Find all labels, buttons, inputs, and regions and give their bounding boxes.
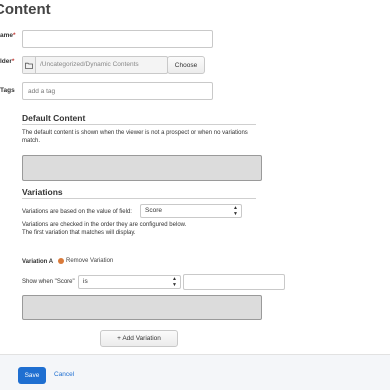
condition-operator-select[interactable]: is ▲ ▼ xyxy=(78,275,181,289)
cancel-link[interactable]: Cancel xyxy=(54,369,74,381)
condition-value-input[interactable] xyxy=(183,274,285,290)
name-label: ame* xyxy=(0,32,16,39)
variation-order-helper: Variations are checked in the order they… xyxy=(22,222,187,236)
page-title: Content xyxy=(0,1,51,18)
default-content-editor[interactable] xyxy=(22,155,262,181)
variation-a-label: Variation A xyxy=(22,259,54,265)
form-footer: Save Cancel xyxy=(0,354,390,390)
variation-a-content-editor[interactable] xyxy=(22,295,262,320)
select-arrows-icon: ▲ ▼ xyxy=(233,205,238,217)
section-divider xyxy=(22,124,256,125)
name-input[interactable] xyxy=(22,30,213,48)
folder-label: lder* xyxy=(0,58,15,65)
required-marker: * xyxy=(11,58,15,65)
show-when-label: Show when "Score" xyxy=(22,279,75,285)
default-content-helper: The default content is shown when the vi… xyxy=(22,130,248,144)
choose-folder-button[interactable]: Choose xyxy=(167,56,205,74)
default-content-title: Default Content xyxy=(22,113,86,123)
tags-label: Tags xyxy=(0,87,15,94)
remove-icon xyxy=(58,258,64,264)
folder-path: /Uncategorized/Dynamic Contents xyxy=(40,61,139,68)
variations-title: Variations xyxy=(22,187,63,197)
variation-field-select[interactable]: Score ▲ ▼ xyxy=(140,204,242,218)
folder-field: /Uncategorized/Dynamic Contents xyxy=(22,56,168,74)
section-divider xyxy=(22,198,256,199)
select-arrows-icon: ▲ ▼ xyxy=(172,276,177,288)
add-variation-button[interactable]: + Add Variation xyxy=(100,330,178,347)
tags-input[interactable] xyxy=(22,82,213,100)
remove-variation-link[interactable]: Remove Variation xyxy=(58,258,113,264)
folder-icon xyxy=(23,57,36,73)
variations-based-on-label: Variations are based on the value of fie… xyxy=(22,209,132,215)
save-button[interactable]: Save xyxy=(18,367,46,384)
required-marker: * xyxy=(13,32,16,39)
